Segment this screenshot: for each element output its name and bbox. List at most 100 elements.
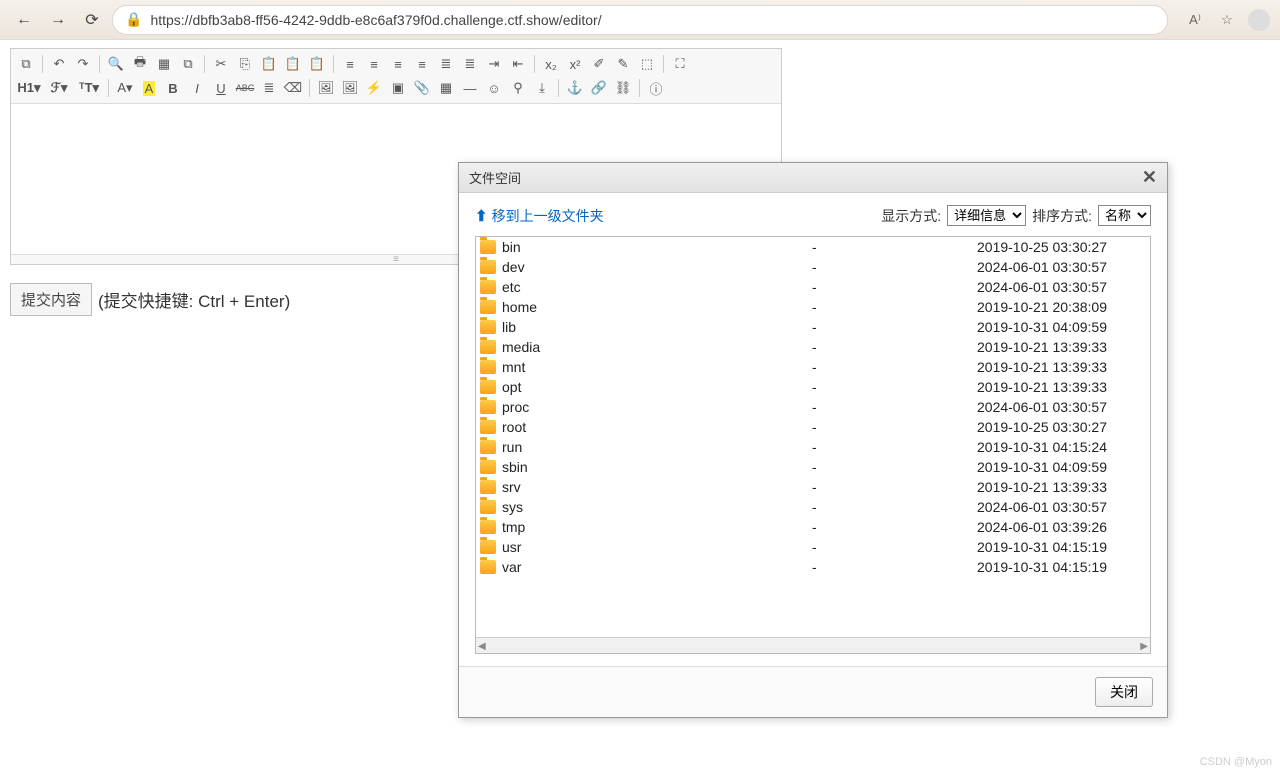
link-icon[interactable]: 🔗 bbox=[588, 77, 610, 99]
file-row[interactable]: root-2019-10-25 03:30:27 bbox=[476, 417, 1150, 437]
file-row[interactable]: lib-2019-10-31 04:09:59 bbox=[476, 317, 1150, 337]
anchor-icon[interactable]: ⚓ bbox=[564, 77, 586, 99]
file-name: var bbox=[502, 559, 812, 575]
superscript-icon[interactable]: x² bbox=[564, 53, 586, 75]
file-row[interactable]: usr-2019-10-31 04:15:19 bbox=[476, 537, 1150, 557]
close-button[interactable]: 关闭 bbox=[1095, 677, 1153, 707]
undo-icon[interactable]: ↶ bbox=[48, 53, 70, 75]
clear-format-icon[interactable]: ✐ bbox=[588, 53, 610, 75]
redo-icon[interactable]: ↷ bbox=[72, 53, 94, 75]
remove-format-icon[interactable]: ⌫ bbox=[282, 77, 304, 99]
template-icon[interactable]: ▦ bbox=[153, 53, 175, 75]
pagebreak-icon[interactable]: ⤓ bbox=[531, 77, 553, 99]
font-color-icon[interactable]: A▾ bbox=[114, 77, 136, 99]
align-right-icon[interactable]: ≡ bbox=[387, 53, 409, 75]
folder-icon bbox=[480, 240, 496, 254]
file-row[interactable]: tmp-2024-06-01 03:39:26 bbox=[476, 517, 1150, 537]
unordered-list-icon[interactable]: ≣ bbox=[459, 53, 481, 75]
file-date: 2019-10-21 13:39:33 bbox=[927, 479, 1107, 495]
align-center-icon[interactable]: ≡ bbox=[363, 53, 385, 75]
file-row[interactable]: srv-2019-10-21 13:39:33 bbox=[476, 477, 1150, 497]
view-mode-select[interactable]: 详细信息 bbox=[947, 205, 1026, 226]
preview-icon[interactable]: 🔍 bbox=[105, 53, 127, 75]
reload-button[interactable]: ⟳ bbox=[78, 6, 106, 34]
file-size: - bbox=[812, 519, 927, 535]
paste-icon[interactable]: 📋 bbox=[258, 53, 280, 75]
paste-word-icon[interactable]: 📋 bbox=[306, 53, 328, 75]
submit-button[interactable]: 提交内容 bbox=[10, 283, 92, 316]
outdent-icon[interactable]: ⇤ bbox=[507, 53, 529, 75]
map-icon[interactable]: ⚲ bbox=[507, 77, 529, 99]
align-justify-icon[interactable]: ≡ bbox=[411, 53, 433, 75]
file-row[interactable]: var-2019-10-31 04:15:19 bbox=[476, 557, 1150, 577]
file-row[interactable]: sys-2024-06-01 03:30:57 bbox=[476, 497, 1150, 517]
close-icon[interactable]: ✕ bbox=[1142, 167, 1157, 188]
copy-icon[interactable]: ⎘ bbox=[234, 53, 256, 75]
unlink-icon[interactable]: ⛓ bbox=[612, 77, 634, 99]
cut-icon[interactable]: ✂ bbox=[210, 53, 232, 75]
font-family-select[interactable]: ℱ▾ bbox=[45, 77, 73, 99]
sort-mode-label: 排序方式: bbox=[1032, 206, 1092, 226]
file-row[interactable]: proc-2024-06-01 03:30:57 bbox=[476, 397, 1150, 417]
folder-icon bbox=[480, 500, 496, 514]
back-button[interactable]: ← bbox=[10, 6, 38, 34]
file-row[interactable]: run-2019-10-31 04:15:24 bbox=[476, 437, 1150, 457]
strike-icon[interactable]: ABC bbox=[234, 77, 256, 99]
hr-icon[interactable]: — bbox=[459, 77, 481, 99]
favorite-icon[interactable]: ☆ bbox=[1216, 9, 1238, 31]
file-icon[interactable]: 📎 bbox=[411, 77, 433, 99]
bg-color-icon[interactable]: A bbox=[138, 77, 160, 99]
file-size: - bbox=[812, 279, 927, 295]
source-icon[interactable]: ⧉ bbox=[15, 53, 37, 75]
fullscreen-icon[interactable]: ⛶ bbox=[669, 53, 691, 75]
line-height-icon[interactable]: ≣ bbox=[258, 77, 280, 99]
print-icon[interactable]: 🖶 bbox=[129, 53, 151, 75]
file-row[interactable]: media-2019-10-21 13:39:33 bbox=[476, 337, 1150, 357]
file-row[interactable]: sbin-2019-10-31 04:09:59 bbox=[476, 457, 1150, 477]
folder-icon bbox=[480, 300, 496, 314]
folder-icon bbox=[480, 480, 496, 494]
file-row[interactable]: opt-2019-10-21 13:39:33 bbox=[476, 377, 1150, 397]
table-icon[interactable]: ▦ bbox=[435, 77, 457, 99]
folder-icon bbox=[480, 440, 496, 454]
file-date: 2019-10-31 04:09:59 bbox=[927, 319, 1107, 335]
paste-text-icon[interactable]: 📋 bbox=[282, 53, 304, 75]
dialog-titlebar[interactable]: 文件空间 ✕ bbox=[459, 163, 1167, 193]
image-icon[interactable]: 🖼 bbox=[315, 77, 337, 99]
flash-icon[interactable]: ⚡ bbox=[363, 77, 385, 99]
emoticon-icon[interactable]: ☺ bbox=[483, 77, 505, 99]
ordered-list-icon[interactable]: ≣ bbox=[435, 53, 457, 75]
file-row[interactable]: mnt-2019-10-21 13:39:33 bbox=[476, 357, 1150, 377]
code-icon[interactable]: ⧉ bbox=[177, 53, 199, 75]
multi-image-icon[interactable]: 🖼 bbox=[339, 77, 361, 99]
align-left-icon[interactable]: ≡ bbox=[339, 53, 361, 75]
file-row[interactable]: home-2019-10-21 20:38:09 bbox=[476, 297, 1150, 317]
heading-select[interactable]: H1▾ bbox=[15, 77, 43, 99]
file-row[interactable]: dev-2024-06-01 03:30:57 bbox=[476, 257, 1150, 277]
quick-format-icon[interactable]: ✎ bbox=[612, 53, 634, 75]
select-all-icon[interactable]: ⬚ bbox=[636, 53, 658, 75]
bold-icon[interactable]: B bbox=[162, 77, 184, 99]
reader-mode-icon[interactable]: A⁾ bbox=[1184, 9, 1206, 31]
file-name: usr bbox=[502, 539, 812, 555]
folder-icon bbox=[480, 320, 496, 334]
forward-button[interactable]: → bbox=[44, 6, 72, 34]
indent-icon[interactable]: ⇥ bbox=[483, 53, 505, 75]
italic-icon[interactable]: I bbox=[186, 77, 208, 99]
profile-icon[interactable] bbox=[1248, 9, 1270, 31]
file-row[interactable]: etc-2024-06-01 03:30:57 bbox=[476, 277, 1150, 297]
file-size: - bbox=[812, 499, 927, 515]
sort-mode-select[interactable]: 名称 bbox=[1098, 205, 1151, 226]
horizontal-scrollbar[interactable]: ◀▶ bbox=[476, 637, 1150, 654]
file-row[interactable]: bin-2019-10-25 03:30:27 bbox=[476, 237, 1150, 257]
url-bar[interactable]: 🔒 https://dbfb3ab8-ff56-4242-9ddb-e8c6af… bbox=[112, 5, 1168, 35]
subscript-icon[interactable]: x₂ bbox=[540, 53, 562, 75]
underline-icon[interactable]: U bbox=[210, 77, 232, 99]
file-size: - bbox=[812, 299, 927, 315]
media-icon[interactable]: ▣ bbox=[387, 77, 409, 99]
separator bbox=[42, 55, 43, 73]
about-icon[interactable]: ⓘ bbox=[645, 77, 667, 99]
file-list[interactable]: bin-2019-10-25 03:30:27dev-2024-06-01 03… bbox=[476, 237, 1150, 637]
font-size-select[interactable]: ᵀT▾ bbox=[75, 77, 103, 99]
up-folder-link[interactable]: ⬆ 移到上一级文件夹 bbox=[475, 206, 604, 226]
